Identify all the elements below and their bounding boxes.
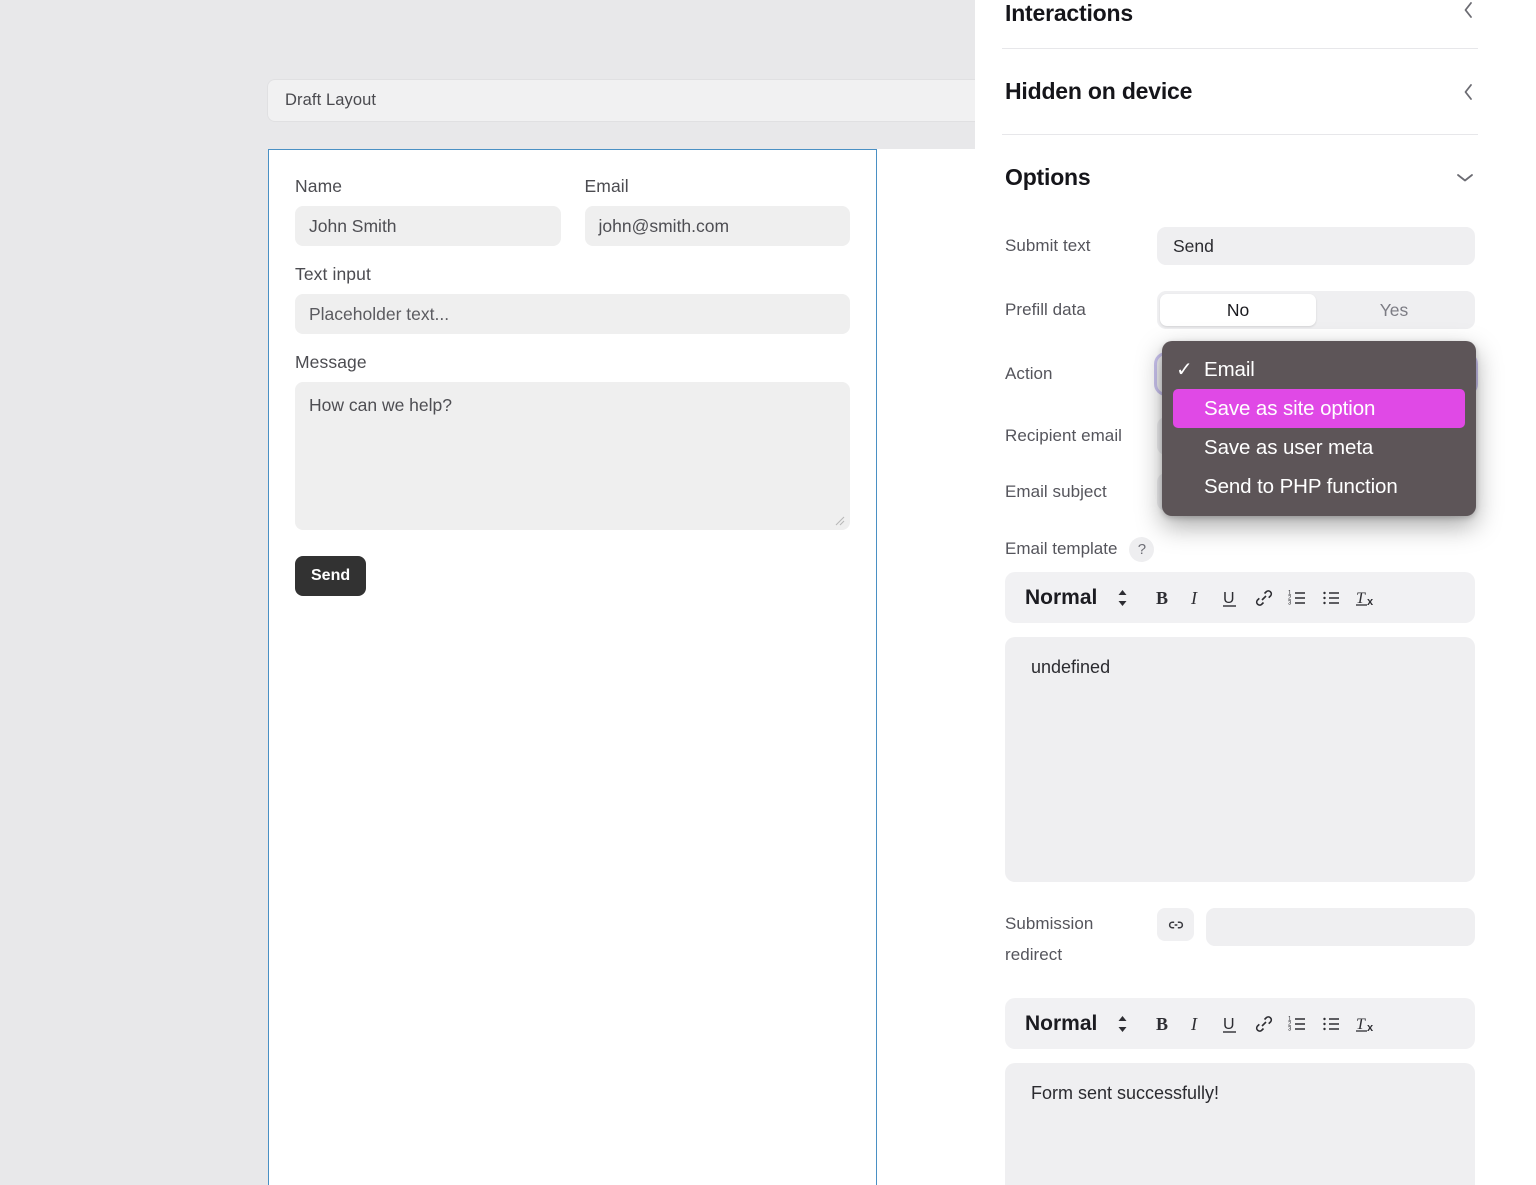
section-options[interactable]: Options xyxy=(975,135,1505,220)
app-root: Draft Layout Name John Smith Email john@… xyxy=(0,0,1536,1185)
submission-redirect-label: Submission redirect xyxy=(1005,908,1157,970)
dropdown-item-save-as-site-option[interactable]: Save as site option xyxy=(1173,389,1465,428)
format-select-label[interactable]: Normal xyxy=(1025,586,1097,610)
form-field-message: Message How can we help? xyxy=(295,352,850,530)
name-label: Name xyxy=(295,176,561,197)
section-hidden-on-device[interactable]: Hidden on device xyxy=(975,49,1505,134)
form-row-name-email: Name John Smith Email john@smith.com xyxy=(295,176,850,246)
link-icon[interactable] xyxy=(1247,1007,1281,1041)
svg-text:B: B xyxy=(1156,1014,1168,1034)
message-textarea[interactable]: How can we help? xyxy=(295,382,850,530)
section-interactions[interactable]: Interactions xyxy=(975,0,1505,38)
chevron-down-icon[interactable] xyxy=(1455,171,1475,184)
ordered-list-icon[interactable]: 123 xyxy=(1281,581,1315,615)
option-email-template: Email template ? xyxy=(975,532,1505,566)
link-icon[interactable] xyxy=(1247,581,1281,615)
form-preview-card[interactable]: Name John Smith Email john@smith.com Tex… xyxy=(268,149,877,1185)
dropdown-item-label: Send to PHP function xyxy=(1204,475,1398,499)
option-submission-redirect: Submission redirect xyxy=(975,908,1505,970)
submit-text-input[interactable]: Send xyxy=(1157,227,1475,265)
prefill-data-toggle[interactable]: No Yes xyxy=(1157,291,1475,329)
dropdown-item-label: Save as user meta xyxy=(1204,436,1373,460)
svg-text:U: U xyxy=(1223,590,1235,607)
submission-redirect-label-line2: redirect xyxy=(1005,939,1157,970)
form-field-text-input: Text input Placeholder text... xyxy=(295,264,850,334)
prefill-option-no[interactable]: No xyxy=(1160,294,1316,326)
format-select-label[interactable]: Normal xyxy=(1025,1012,1097,1036)
svg-text:B: B xyxy=(1156,588,1168,608)
send-button[interactable]: Send xyxy=(295,556,366,596)
action-label: Action xyxy=(1005,364,1157,384)
canvas-area: Draft Layout Name John Smith Email john@… xyxy=(0,0,1000,1185)
canvas-white-filler xyxy=(877,149,975,1185)
dropdown-item-send-to-php-function[interactable]: Send to PHP function xyxy=(1162,467,1476,506)
draft-layout-label: Draft Layout xyxy=(285,91,376,110)
italic-icon[interactable]: I xyxy=(1179,581,1213,615)
option-prefill-data: Prefill data No Yes xyxy=(975,284,1505,336)
settings-panel: Interactions Hidden on device Options Su… xyxy=(975,0,1505,1185)
clear-format-icon[interactable]: Tx xyxy=(1349,581,1383,615)
email-template-label: Email template xyxy=(1005,539,1117,559)
submit-text-label: Submit text xyxy=(1005,236,1157,256)
bold-icon[interactable]: B xyxy=(1145,1007,1179,1041)
svg-text:x: x xyxy=(1367,1022,1374,1034)
form-field-email: Email john@smith.com xyxy=(585,176,851,246)
success-message-editor[interactable]: Form sent successfully! xyxy=(1005,1063,1475,1185)
bold-icon[interactable]: B xyxy=(1145,581,1179,615)
text-input-label: Text input xyxy=(295,264,850,285)
section-hidden-on-device-title: Hidden on device xyxy=(1005,78,1192,105)
text-input-field[interactable]: Placeholder text... xyxy=(295,294,850,334)
dropdown-item-save-as-user-meta[interactable]: Save as user meta xyxy=(1162,428,1476,467)
clear-format-icon[interactable]: Tx xyxy=(1349,1007,1383,1041)
email-template-toolbar[interactable]: Normal B I U 123 Tx xyxy=(1005,572,1475,623)
prefill-option-yes[interactable]: Yes xyxy=(1316,294,1472,326)
email-subject-label: Email subject xyxy=(1005,482,1157,502)
bullet-list-icon[interactable] xyxy=(1315,1007,1349,1041)
underline-icon[interactable]: U xyxy=(1213,1007,1247,1041)
message-value: How can we help? xyxy=(309,395,452,415)
submission-redirect-input[interactable] xyxy=(1206,908,1475,946)
svg-text:I: I xyxy=(1190,588,1198,608)
svg-text:x: x xyxy=(1367,596,1374,608)
ordered-list-icon[interactable]: 123 xyxy=(1281,1007,1315,1041)
bullet-list-icon[interactable] xyxy=(1315,581,1349,615)
section-options-title: Options xyxy=(1005,164,1090,191)
chevron-left-icon[interactable] xyxy=(1462,82,1475,102)
recipient-email-label: Recipient email xyxy=(1005,426,1157,446)
italic-icon[interactable]: I xyxy=(1179,1007,1213,1041)
form-field-name: Name John Smith xyxy=(295,176,561,246)
redirect-link-icon[interactable] xyxy=(1157,908,1194,941)
svg-text:I: I xyxy=(1190,1014,1198,1034)
submission-redirect-label-line1: Submission xyxy=(1005,908,1157,939)
dropdown-item-email[interactable]: ✓ Email xyxy=(1162,350,1476,389)
dropdown-item-label: Email xyxy=(1204,358,1255,382)
section-interactions-title: Interactions xyxy=(1005,0,1133,27)
svg-text:3: 3 xyxy=(1288,600,1292,606)
draft-layout-bar[interactable]: Draft Layout xyxy=(268,80,1000,121)
underline-icon[interactable]: U xyxy=(1213,581,1247,615)
name-input[interactable]: John Smith xyxy=(295,206,561,246)
resize-grip-icon[interactable] xyxy=(833,514,845,526)
message-label: Message xyxy=(295,352,850,373)
chevron-left-icon[interactable] xyxy=(1462,0,1475,20)
svg-text:3: 3 xyxy=(1288,1026,1292,1032)
success-message-toolbar[interactable]: Normal B I U 123 Tx xyxy=(1005,998,1475,1049)
format-stepper-icon[interactable] xyxy=(1105,1007,1139,1041)
email-input[interactable]: john@smith.com xyxy=(585,206,851,246)
svg-text:U: U xyxy=(1223,1016,1235,1033)
help-icon[interactable]: ? xyxy=(1129,537,1154,562)
panel-right-gutter xyxy=(1505,0,1536,1185)
email-template-editor[interactable]: undefined xyxy=(1005,637,1475,882)
check-icon: ✓ xyxy=(1176,357,1204,382)
format-stepper-icon[interactable] xyxy=(1105,581,1139,615)
action-dropdown-menu[interactable]: ✓ Email Save as site option Save as user… xyxy=(1162,341,1476,516)
prefill-data-label: Prefill data xyxy=(1005,300,1157,320)
dropdown-item-label: Save as site option xyxy=(1204,397,1375,421)
email-label: Email xyxy=(585,176,851,197)
option-submit-text: Submit text Send xyxy=(975,220,1505,272)
